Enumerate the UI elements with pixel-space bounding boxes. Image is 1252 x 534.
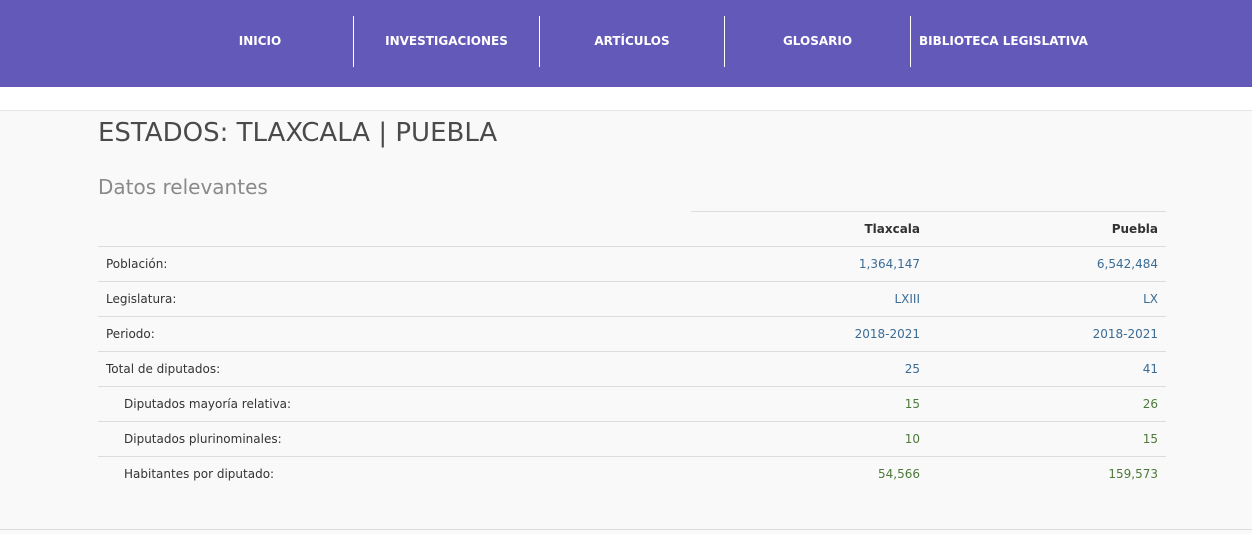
page-title: ESTADOS: TLAXCALA | PUEBLA — [98, 118, 498, 148]
cell-puebla: 159,573 — [1108, 467, 1158, 481]
row-label: Legislatura: — [106, 292, 177, 306]
nav-item-investigaciones[interactable]: INVESTIGACIONES — [354, 16, 539, 66]
nav-item-inicio[interactable]: INICIO — [166, 16, 354, 66]
cell-puebla: 15 — [1142, 432, 1158, 446]
cell-puebla: 6,542,484 — [1096, 257, 1158, 271]
header-cell-tlaxcala: Tlaxcala — [864, 222, 920, 236]
cell-tlaxcala: 25 — [904, 362, 920, 376]
data-table: Tlaxcala Puebla Población: 1,364,147 6,5… — [98, 212, 1166, 491]
cell-puebla: 41 — [1142, 362, 1158, 376]
nav-item-biblioteca-legislativa[interactable]: BIBLIOTECA LEGISLATIVA — [911, 16, 1096, 66]
table-row: Población: 1,364,147 6,542,484 — [98, 247, 1166, 282]
table-row: Diputados mayoría relativa: 15 26 — [98, 387, 1166, 422]
table-row: Total de diputados: 25 41 — [98, 352, 1166, 387]
table-header-row: Tlaxcala Puebla — [98, 212, 1166, 247]
nav-item-articulos[interactable]: ARTÍCULOS — [540, 16, 724, 66]
cell-tlaxcala: 1,364,147 — [858, 257, 920, 271]
row-label: Población: — [106, 257, 168, 271]
row-label: Diputados mayoría relativa: — [124, 397, 292, 411]
table-row: Periodo: 2018-2021 2018-2021 — [98, 317, 1166, 352]
nav-item-glosario[interactable]: GLOSARIO — [725, 16, 910, 66]
row-label: Periodo: — [106, 327, 155, 341]
table-row: Diputados plurinominales: 10 15 — [98, 422, 1166, 457]
row-label: Habitantes por diputado: — [124, 467, 275, 481]
row-label: Total de diputados: — [106, 362, 221, 376]
cell-puebla: 2018-2021 — [1092, 327, 1158, 341]
section-title: Datos relevantes — [98, 175, 268, 199]
cell-tlaxcala: 2018-2021 — [854, 327, 920, 341]
table-row: Habitantes por diputado: 54,566 159,573 — [98, 457, 1166, 491]
cell-puebla: LX — [1143, 292, 1158, 306]
cell-tlaxcala: 54,566 — [878, 467, 920, 481]
cell-puebla: 26 — [1142, 397, 1158, 411]
cell-tlaxcala: 10 — [904, 432, 920, 446]
header-cell-puebla: Puebla — [1111, 222, 1158, 236]
header-strip — [0, 87, 1252, 111]
footer-divider — [0, 529, 1252, 530]
row-label: Diputados plurinominales: — [124, 432, 282, 446]
top-navigation: INICIO INVESTIGACIONES ARTÍCULOS GLOSARI… — [0, 0, 1252, 87]
cell-tlaxcala: LXIII — [894, 292, 920, 306]
table-row: Legislatura: LXIII LX — [98, 282, 1166, 317]
cell-tlaxcala: 15 — [904, 397, 920, 411]
